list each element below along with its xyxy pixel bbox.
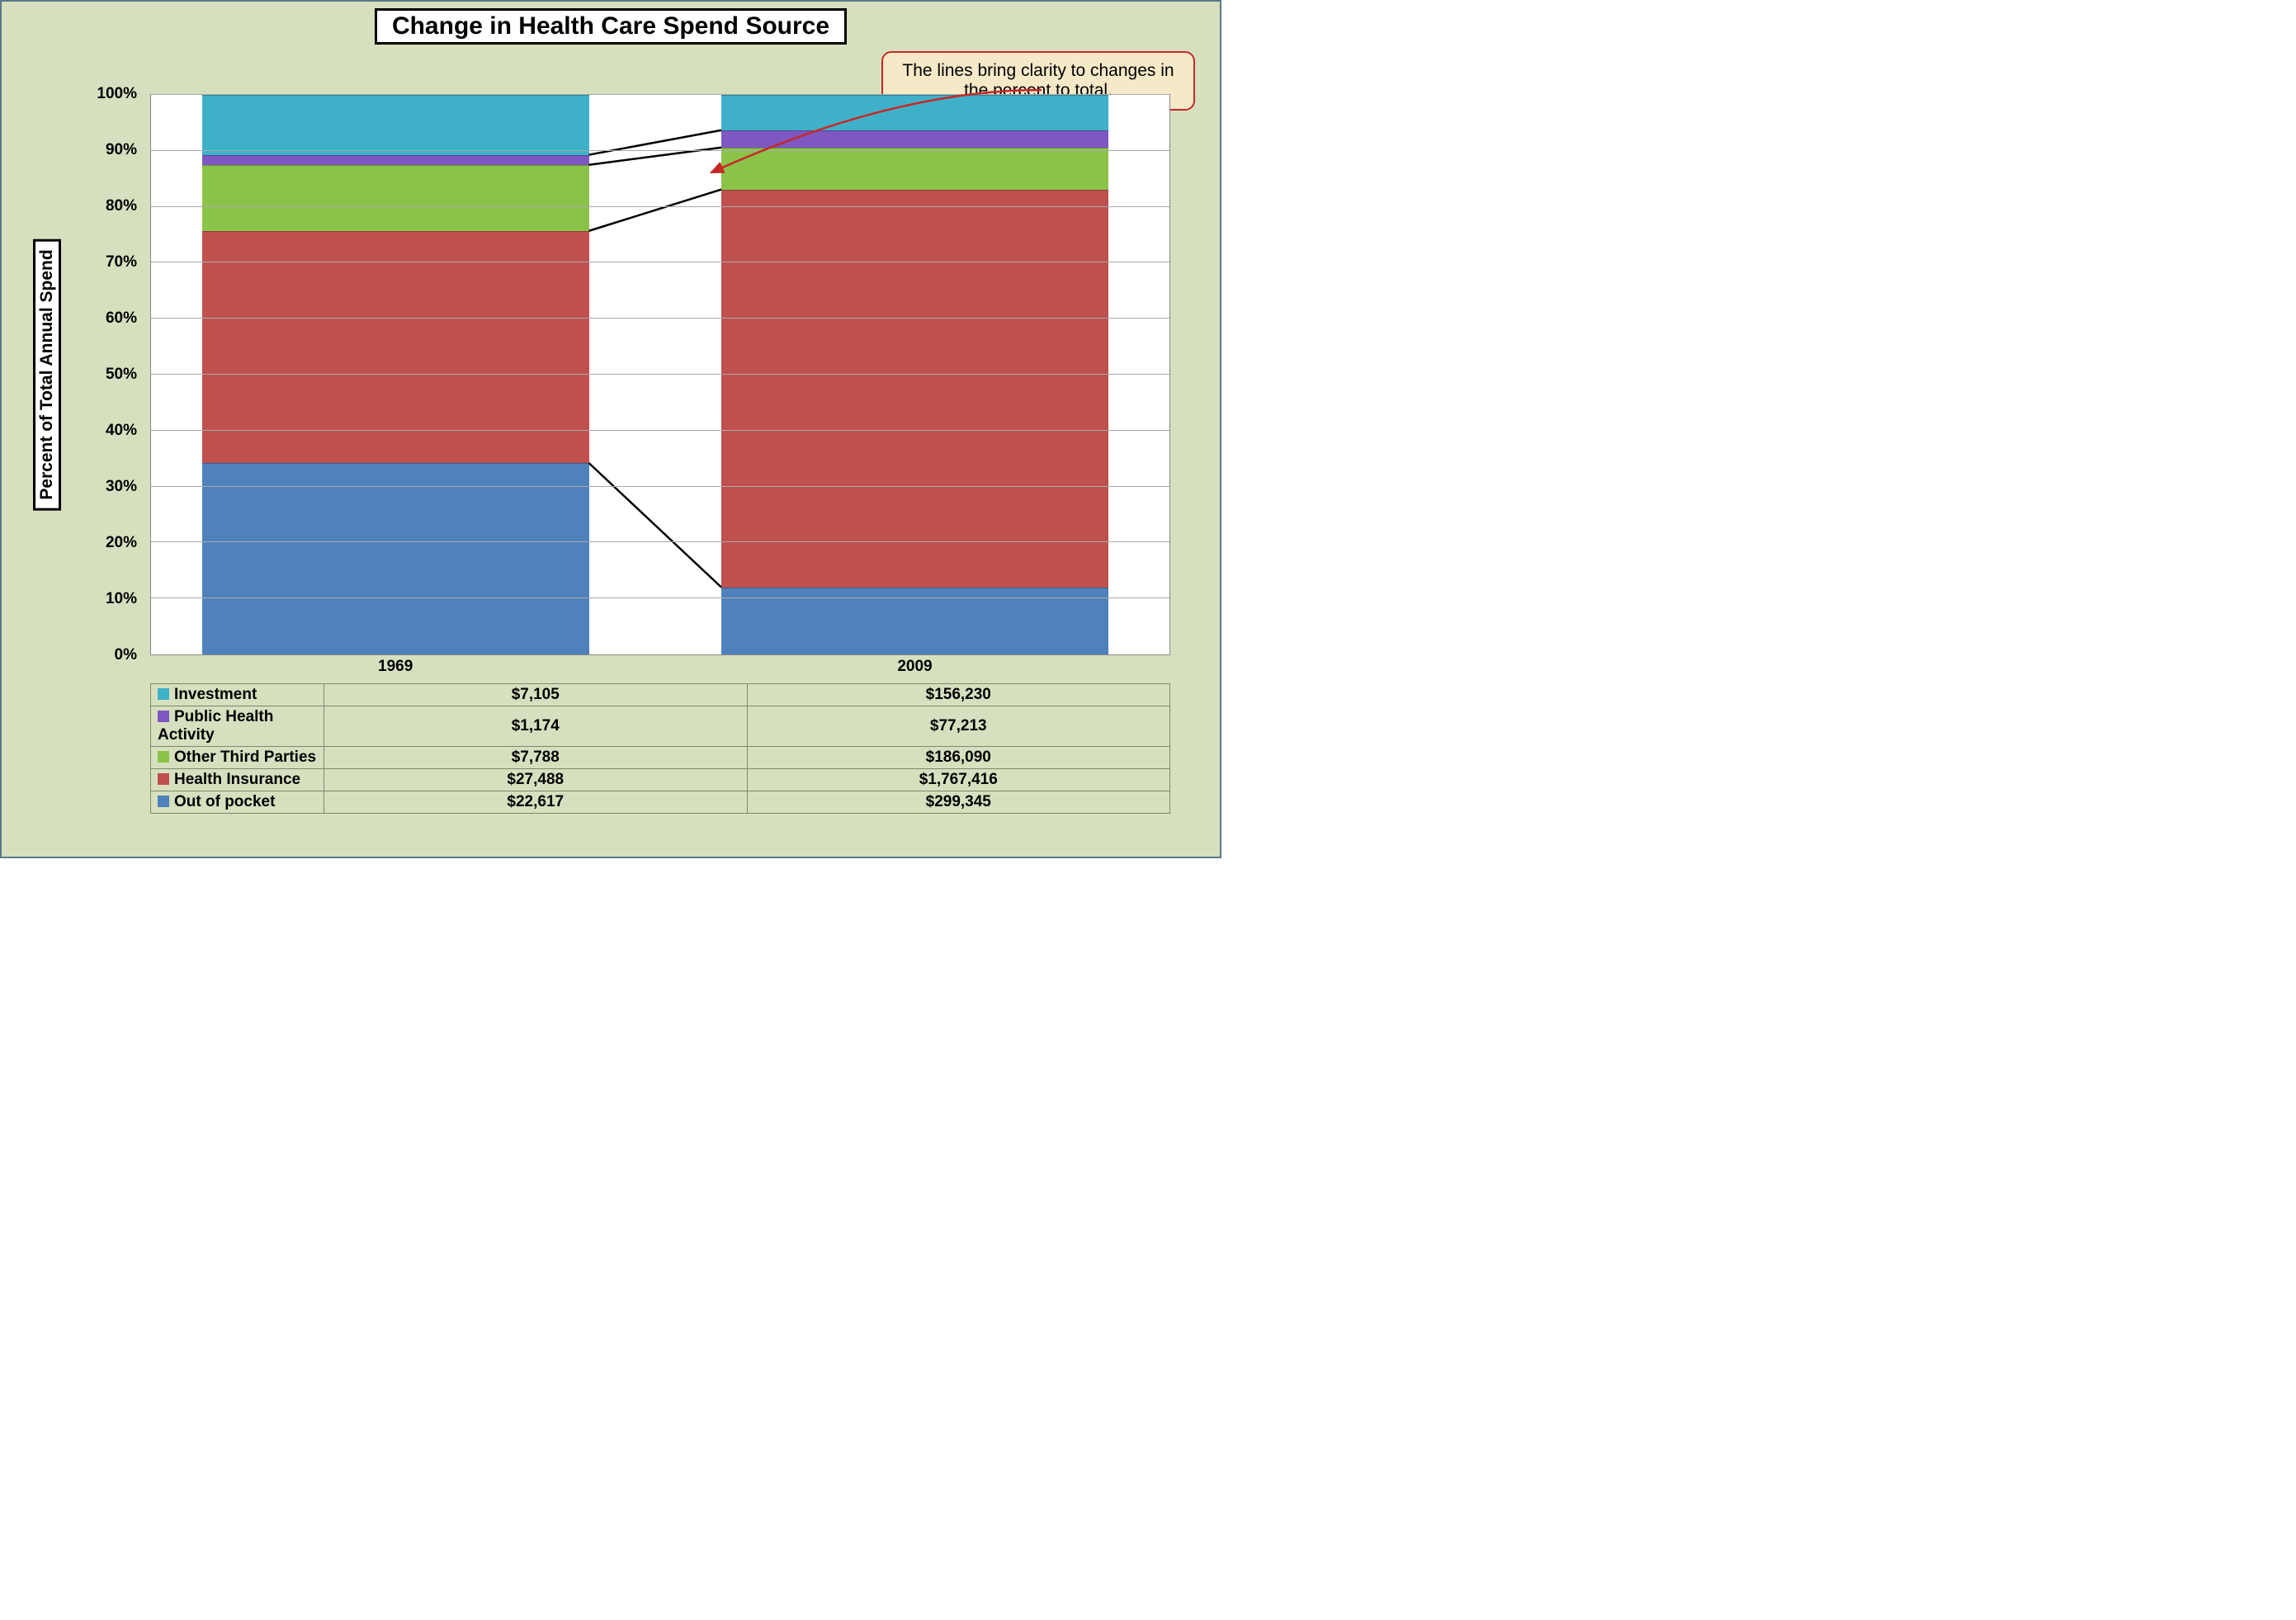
legend-swatch-icon [158, 711, 169, 722]
y-tick-label: 0% [115, 646, 144, 664]
bar-segment [721, 95, 1108, 130]
connector-line [589, 130, 721, 155]
connector-line [589, 463, 721, 588]
gridline [151, 374, 1169, 375]
y-tick-label: 30% [106, 478, 144, 496]
y-tick-label: 10% [106, 590, 144, 608]
y-axis-title: Percent of Total Annual Spend [33, 239, 61, 510]
table-row: Other Third Parties$7,788$186,090 [151, 747, 1170, 769]
legend-swatch-icon [158, 773, 169, 785]
y-tick-label: 50% [106, 366, 144, 384]
chart-container: Change in Health Care Spend Source The l… [0, 0, 1221, 858]
legend-label: Health Insurance [151, 769, 324, 791]
legend-label: Out of pocket [151, 791, 324, 814]
gridline [151, 150, 1169, 151]
table-cell: $1,174 [324, 706, 748, 747]
data-table-body: Investment$7,105$156,230Public Health Ac… [151, 684, 1170, 814]
legend-label: Other Third Parties [151, 747, 324, 769]
x-category-2009: 2009 [721, 654, 1108, 676]
gridline [151, 94, 1169, 95]
table-cell: $7,105 [324, 684, 748, 706]
bar-segment [202, 95, 589, 155]
bars-layer [151, 95, 1169, 654]
bar-1969 [202, 95, 589, 654]
gridline [151, 206, 1169, 207]
legend-label: Investment [151, 684, 324, 706]
bar-segment [721, 130, 1108, 148]
table-cell: $22,617 [324, 791, 748, 814]
table-cell: $299,345 [747, 791, 1170, 814]
bar-segment [202, 165, 589, 231]
bar-segment [721, 148, 1108, 190]
plot-region: Percent of Total Annual Spend 0%10%20%30… [150, 94, 1170, 655]
table-row: Public Health Activity$1,174$77,213 [151, 706, 1170, 747]
legend-label: Public Health Activity [151, 706, 324, 747]
y-tick-label: 80% [106, 197, 144, 215]
plot-area: 1969 2009 [150, 94, 1170, 655]
y-tick-label: 20% [106, 534, 144, 552]
bar-segment [721, 190, 1108, 588]
bar-segment [202, 155, 589, 165]
y-tick-label: 40% [106, 422, 144, 440]
table-cell: $1,767,416 [747, 769, 1170, 791]
table-row: Health Insurance$27,488$1,767,416 [151, 769, 1170, 791]
legend-swatch-icon [158, 688, 169, 700]
gridline [151, 486, 1169, 487]
x-category-1969: 1969 [202, 654, 589, 676]
y-tick-label: 60% [106, 309, 144, 328]
chart-title: Change in Health Care Spend Source [375, 8, 847, 45]
y-tick-label: 100% [97, 85, 144, 103]
bar-2009 [721, 95, 1108, 654]
gridline [151, 541, 1169, 542]
table-cell: $186,090 [747, 747, 1170, 769]
bar-segment [202, 231, 589, 463]
table-row: Investment$7,105$156,230 [151, 684, 1170, 706]
gridline [151, 430, 1169, 431]
data-table: Investment$7,105$156,230Public Health Ac… [150, 683, 1170, 814]
legend-swatch-icon [158, 796, 169, 807]
table-cell: $156,230 [747, 684, 1170, 706]
gridline [151, 597, 1169, 598]
legend-swatch-icon [158, 751, 169, 763]
y-tick-label: 70% [106, 253, 144, 272]
table-cell: $7,788 [324, 747, 748, 769]
gridline [151, 318, 1169, 319]
bar-segment [202, 463, 589, 654]
table-cell: $27,488 [324, 769, 748, 791]
connector-line [589, 190, 721, 231]
y-tick-label: 90% [106, 141, 144, 159]
table-cell: $77,213 [747, 706, 1170, 747]
table-row: Out of pocket$22,617$299,345 [151, 791, 1170, 814]
